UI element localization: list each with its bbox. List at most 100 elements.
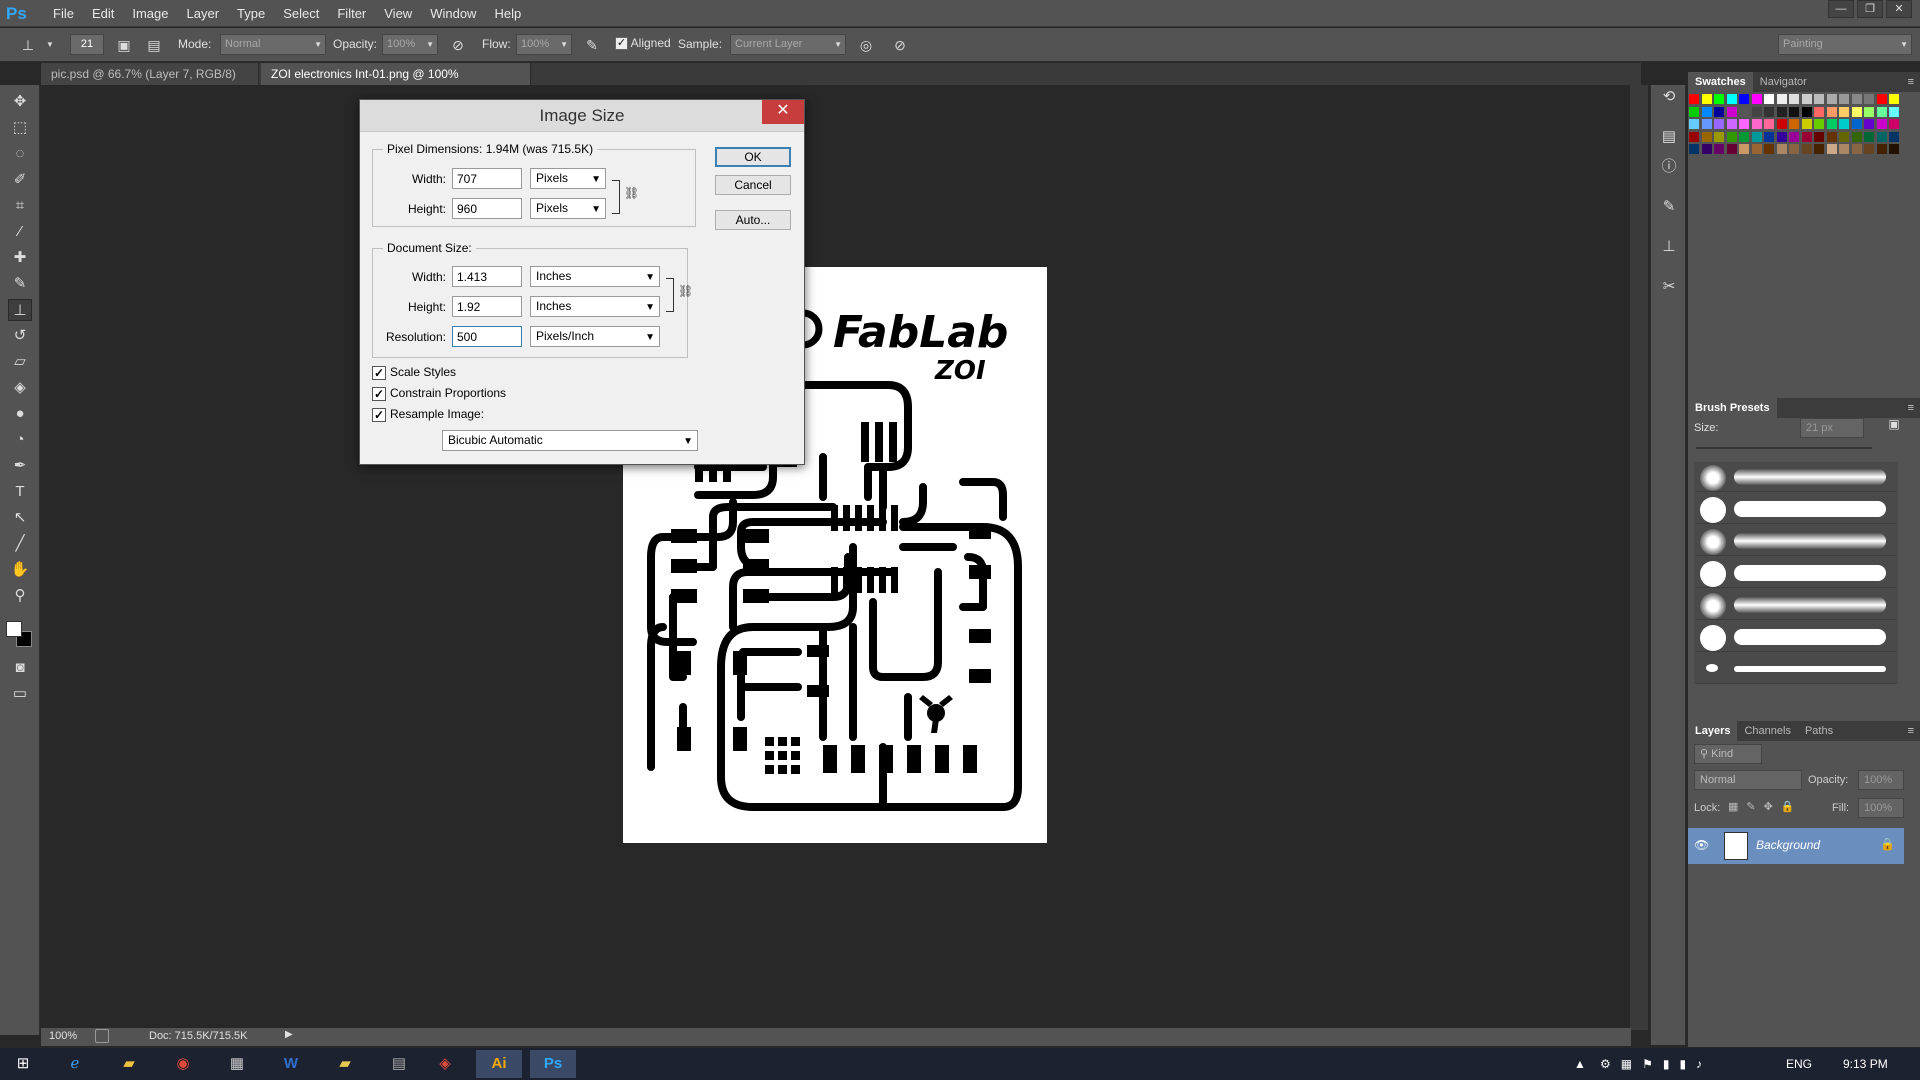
pen-tool-icon[interactable]: ✒	[8, 455, 32, 477]
swatch-cell[interactable]	[1739, 119, 1749, 129]
layer-opacity-field[interactable]: 100%	[1858, 770, 1904, 790]
app-icon[interactable]: ◈	[422, 1050, 468, 1078]
language-indicator[interactable]: ENG	[1786, 1048, 1812, 1080]
swatch-cell[interactable]	[1851, 94, 1862, 104]
swatch-cell[interactable]	[1701, 106, 1712, 117]
new-preset-icon[interactable]: ▣	[1884, 417, 1904, 437]
tab-brush-presets[interactable]: Brush Presets	[1688, 398, 1777, 418]
pixel-height-unit-select[interactable]: Pixels ▼	[530, 198, 606, 219]
path-select-tool-icon[interactable]: ↖	[8, 507, 32, 529]
swatch-cell[interactable]	[1864, 144, 1874, 154]
blend-mode-select[interactable]: Normal	[1694, 770, 1802, 790]
menu-file[interactable]: File	[44, 0, 83, 27]
swatch-cell[interactable]	[1739, 144, 1749, 154]
swatch-cell[interactable]	[1839, 119, 1849, 129]
swatch-cell[interactable]	[1889, 119, 1899, 129]
type-tool-icon[interactable]: T	[8, 481, 32, 503]
swatch-cell[interactable]	[1826, 106, 1837, 117]
swatch-cell[interactable]	[1776, 131, 1787, 142]
swatch-cell[interactable]	[1814, 131, 1824, 142]
swatch-cell[interactable]	[1864, 119, 1874, 129]
swatch-cell[interactable]	[1876, 94, 1887, 104]
panel-menu-icon[interactable]: ≡	[1908, 398, 1914, 418]
doc-width-unit-select[interactable]: Inches ▼	[530, 266, 660, 287]
swatch-cell[interactable]	[1714, 131, 1724, 142]
swatch-cell[interactable]	[1876, 119, 1887, 129]
brush-icon[interactable]: ✎	[1657, 195, 1681, 219]
tool-presets-icon[interactable]: ✂	[1657, 275, 1681, 299]
eraser-tool-icon[interactable]: ▱	[8, 351, 32, 373]
swatch-cell[interactable]	[1689, 94, 1699, 104]
panel-menu-icon[interactable]: ≡	[1908, 72, 1914, 92]
swatch-cell[interactable]	[1789, 106, 1799, 117]
swatch-cell[interactable]	[1839, 94, 1849, 104]
swatch-cell[interactable]	[1701, 119, 1712, 129]
flow-field[interactable]: 100% ▼	[516, 34, 572, 55]
swatch-cell[interactable]	[1764, 119, 1774, 129]
layer-name[interactable]: Background	[1756, 838, 1820, 852]
restore-button[interactable]: ❐	[1857, 0, 1883, 18]
swatch-cell[interactable]	[1751, 106, 1762, 117]
resample-method-select[interactable]: Bicubic Automatic ▼	[442, 430, 698, 451]
zoom-level[interactable]: 100%	[49, 1030, 77, 1042]
crop-tool-icon[interactable]: ⌗	[8, 195, 32, 217]
swatch-cell[interactable]	[1851, 106, 1862, 117]
brush-panel-icon[interactable]: ▣	[114, 35, 134, 55]
swatch-cell[interactable]	[1851, 131, 1862, 142]
internet-explorer-icon[interactable]: ℯ	[52, 1050, 98, 1078]
swatch-cell[interactable]	[1751, 131, 1762, 142]
swatch-cell[interactable]	[1726, 94, 1737, 104]
word-icon[interactable]: W	[268, 1050, 314, 1078]
resolution-unit-select[interactable]: Pixels/Inch ▼	[530, 326, 660, 347]
swatch-cell[interactable]	[1689, 144, 1699, 154]
resample-image-checkbox[interactable]: ✓ Resample Image:	[372, 406, 484, 422]
swatch-cell[interactable]	[1739, 131, 1749, 142]
swatch-cell[interactable]	[1764, 94, 1774, 104]
swatch-cell[interactable]	[1751, 94, 1762, 104]
notepad-icon[interactable]: ▤	[376, 1050, 422, 1078]
swatch-cell[interactable]	[1801, 106, 1812, 117]
foreground-color-swatch[interactable]	[6, 621, 22, 637]
swatch-cell[interactable]	[1876, 144, 1887, 154]
brush-preset-item[interactable]	[1696, 590, 1896, 620]
menu-layer[interactable]: Layer	[178, 0, 229, 27]
swatch-cell[interactable]	[1751, 119, 1762, 129]
doc-height-unit-select[interactable]: Inches ▼	[530, 296, 660, 317]
aligned-checkbox[interactable]: ✓ Aligned	[615, 36, 671, 51]
swatch-cell[interactable]	[1689, 106, 1699, 117]
lasso-tool-icon[interactable]: ◌	[8, 143, 32, 165]
swatch-cell[interactable]	[1701, 94, 1712, 104]
tray-icons[interactable]: ⚙▦⚑▮▮♪	[1600, 1048, 1712, 1080]
brush-size-field[interactable]: 21 px	[1800, 418, 1864, 438]
swatch-cell[interactable]	[1739, 106, 1749, 117]
workspace-select[interactable]: Painting ▼	[1778, 34, 1912, 55]
app-icon[interactable]: ▦	[214, 1050, 260, 1078]
marquee-tool-icon[interactable]: ⬚	[8, 117, 32, 139]
swatch-cell[interactable]	[1814, 144, 1824, 154]
swatch-cell[interactable]	[1814, 94, 1824, 104]
layer-kind-filter[interactable]: ⚲ Kind	[1694, 744, 1762, 764]
vertical-scrollbar[interactable]	[1630, 85, 1648, 1030]
swatch-cell[interactable]	[1764, 106, 1774, 117]
pixel-width-input[interactable]	[452, 168, 522, 189]
swatch-cell[interactable]	[1889, 131, 1899, 142]
mode-select[interactable]: Normal ▼	[220, 34, 326, 55]
menu-window[interactable]: Window	[421, 0, 485, 27]
dialog-close-button[interactable]: ✕	[762, 100, 804, 124]
move-tool-icon[interactable]: ✥	[8, 91, 32, 113]
swatch-cell[interactable]	[1801, 94, 1812, 104]
quick-mask-icon[interactable]: ◙	[8, 657, 32, 679]
history-icon[interactable]: ⟲	[1657, 85, 1681, 109]
blur-tool-icon[interactable]: ●	[8, 403, 32, 425]
quick-select-tool-icon[interactable]: ✐	[8, 169, 32, 191]
chrome-icon[interactable]: ◉	[160, 1050, 206, 1078]
close-window-button[interactable]: ✕	[1886, 0, 1912, 18]
start-button-icon[interactable]: ⊞	[0, 1050, 46, 1078]
tab-channels[interactable]: Channels	[1737, 721, 1797, 741]
swatch-cell[interactable]	[1801, 131, 1812, 142]
tab-zoi-electronics[interactable]: ZOI electronics Int-01.png @ 100% (RGB/8…	[261, 63, 531, 103]
swatch-cell[interactable]	[1889, 94, 1899, 104]
swatch-cell[interactable]	[1814, 106, 1824, 117]
swatch-cell[interactable]	[1864, 106, 1874, 117]
swatch-cell[interactable]	[1814, 119, 1824, 129]
